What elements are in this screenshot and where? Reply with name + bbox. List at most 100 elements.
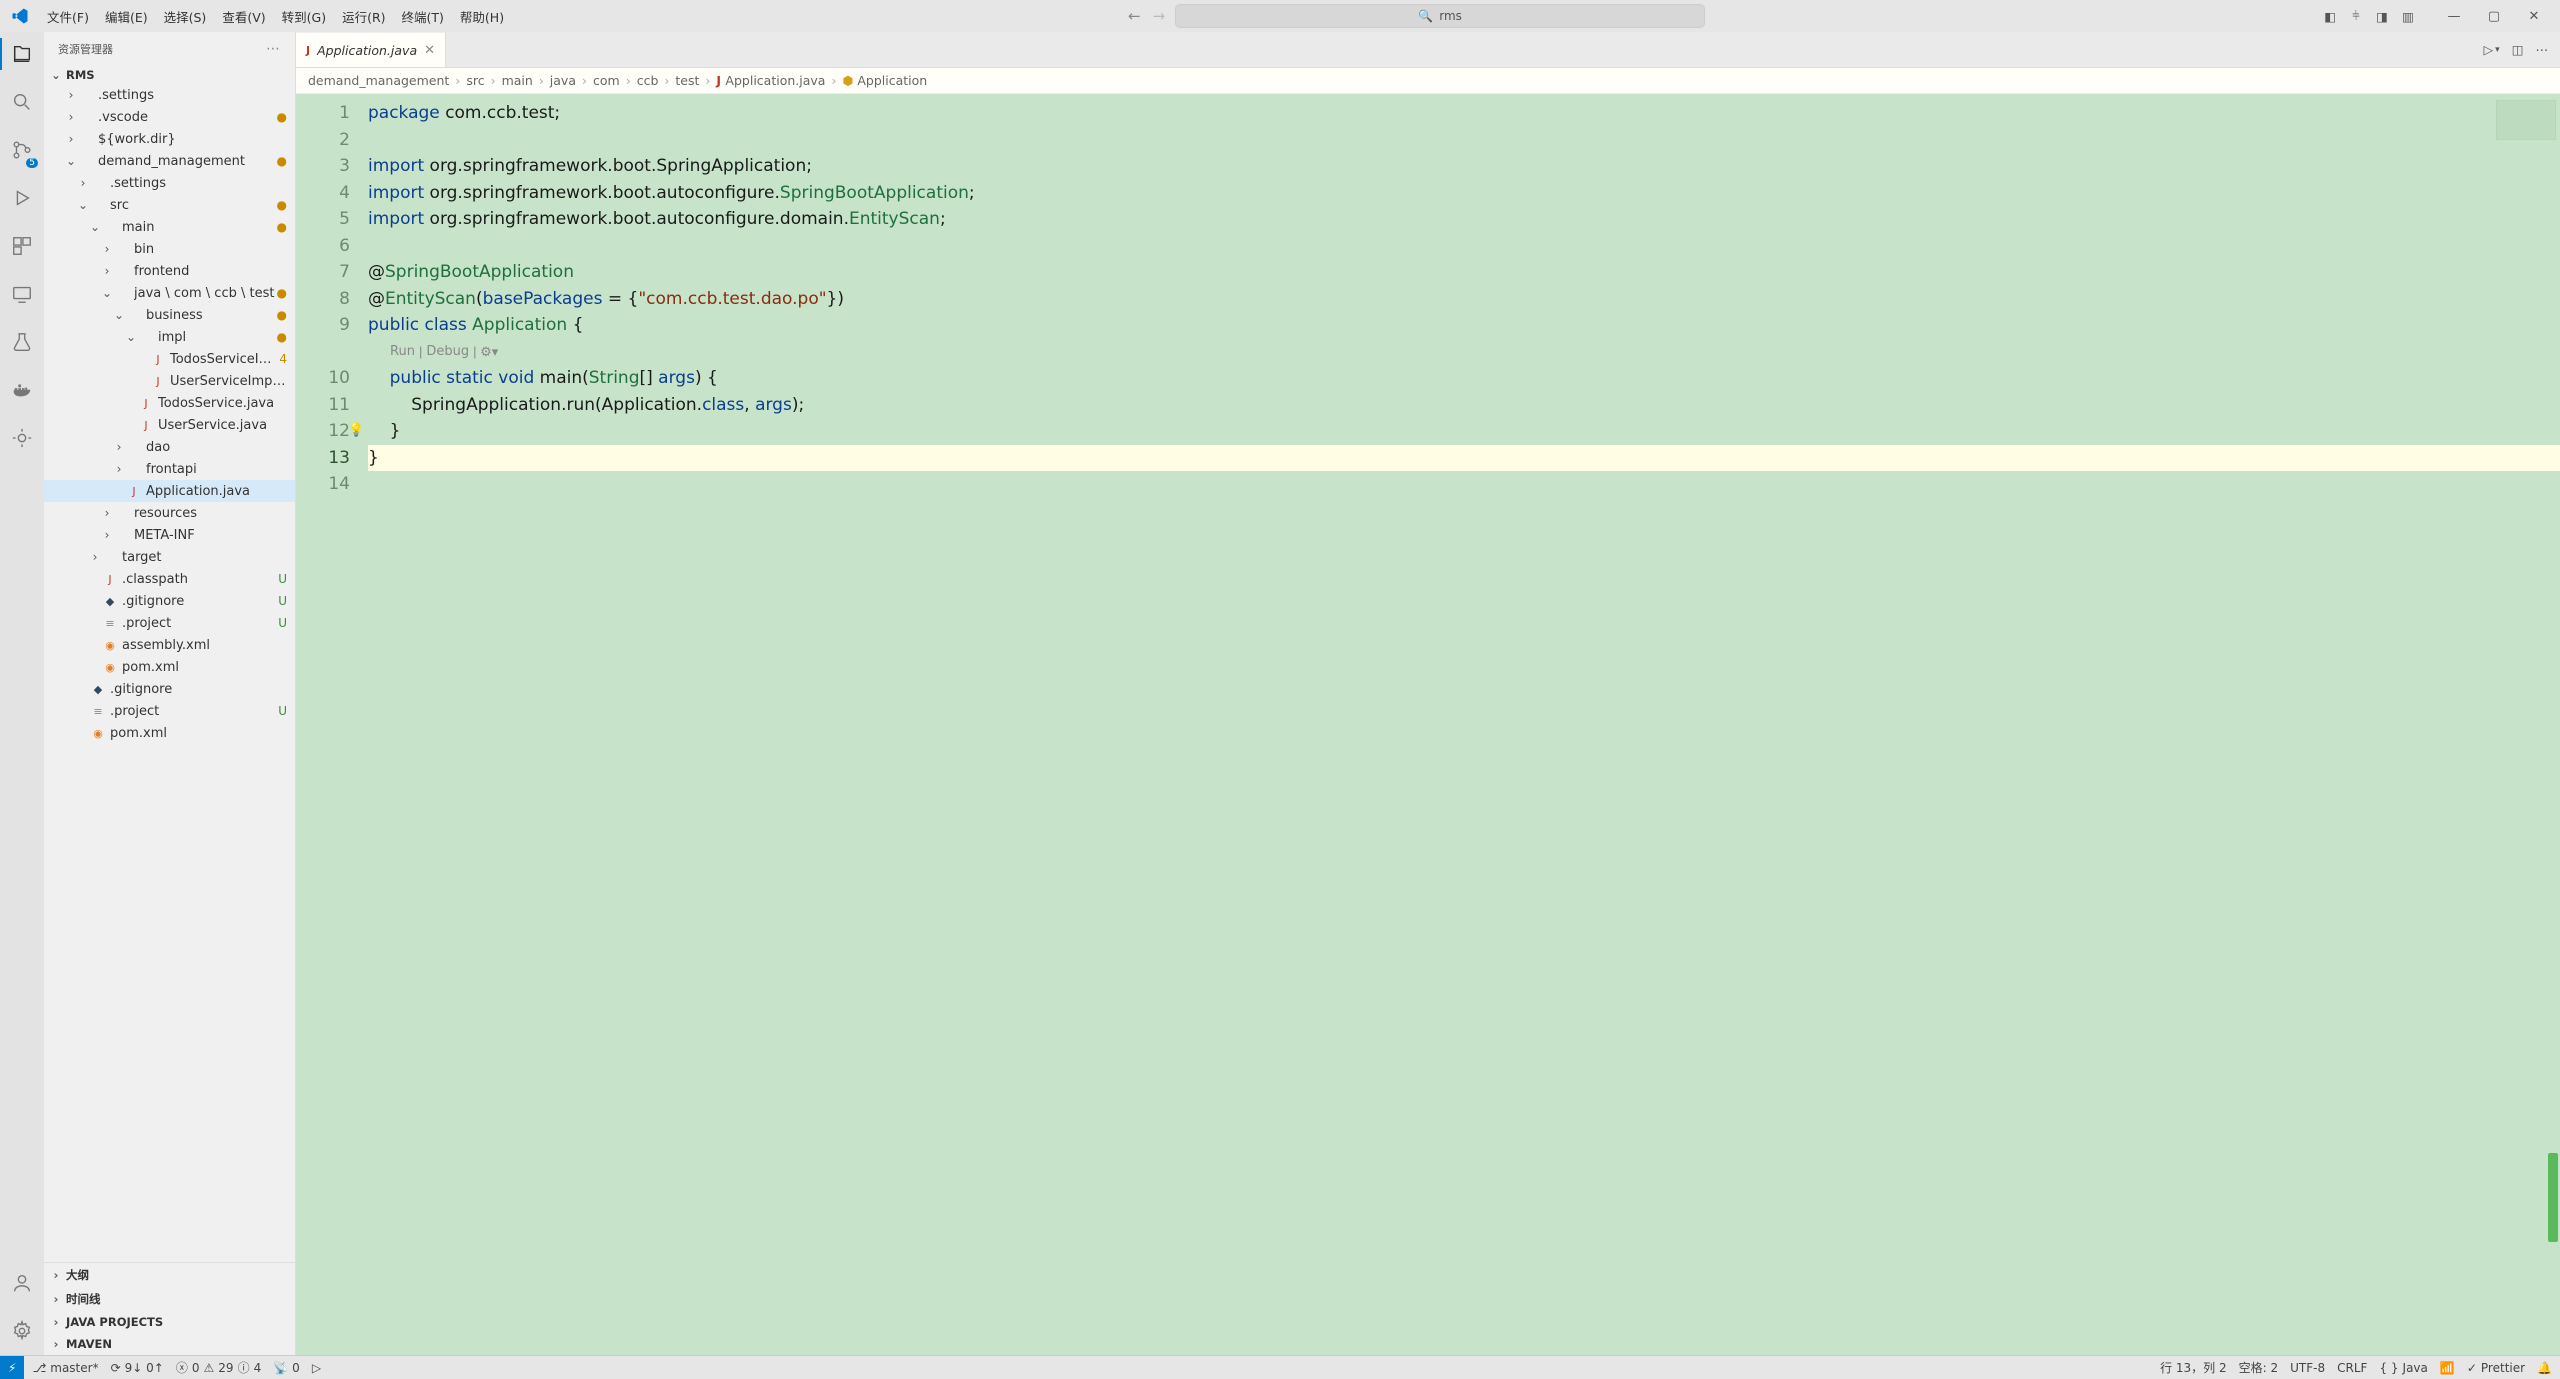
tree-item[interactable]: ⌄demand_management● (44, 150, 295, 172)
section-outline[interactable]: ›大纲 (44, 1263, 295, 1287)
tree-item[interactable]: JUserService.java (44, 414, 295, 436)
layout-sidebar-right-icon[interactable]: ◨ (2374, 8, 2390, 24)
section-maven[interactable]: ›MAVEN (44, 1333, 295, 1355)
window-maximize[interactable]: ▢ (2474, 1, 2514, 31)
activity-explorer-icon[interactable] (8, 40, 36, 68)
menu-file[interactable]: 文件(F) (40, 3, 96, 30)
remote-indicator[interactable]: ⚡ (0, 1356, 24, 1379)
status-cursor[interactable]: 行 13，列 2 (2160, 1359, 2227, 1376)
menu-goto[interactable]: 转到(G) (275, 3, 333, 30)
tree-item[interactable]: ›.settings (44, 84, 295, 106)
menu-select[interactable]: 选择(S) (157, 3, 214, 30)
tree-item[interactable]: ≡.projectU (44, 700, 295, 722)
activity-extensions-icon[interactable] (8, 232, 36, 260)
tree-item[interactable]: ◉pom.xml (44, 656, 295, 678)
menu-edit[interactable]: 编辑(E) (98, 3, 155, 30)
lightbulb-icon[interactable]: 💡 (348, 418, 364, 445)
tree-item[interactable]: ›${work.dir} (44, 128, 295, 150)
explorer-sidebar: 资源管理器 ⋯ ⌄RMS ›.settings›.vscode●›${work.… (44, 32, 296, 1355)
tree-item[interactable]: ⌄impl● (44, 326, 295, 348)
editor-more-icon[interactable]: ⋯ (2536, 42, 2549, 57)
tree-item[interactable]: JTodosServiceImpl.java4 (44, 348, 295, 370)
activity-search-icon[interactable] (8, 88, 36, 116)
activity-settings-icon[interactable] (8, 1317, 36, 1345)
code-editor[interactable]: 1234567891011121314 package com.ccb.test… (296, 94, 2560, 1355)
tree-item[interactable]: J.classpathU (44, 568, 295, 590)
status-prettier[interactable]: ✓ Prettier (2467, 1361, 2525, 1375)
window-close[interactable]: ✕ (2514, 1, 2554, 31)
status-spaces[interactable]: 空格: 2 (2239, 1359, 2279, 1376)
close-tab-icon[interactable]: ✕ (424, 43, 435, 58)
tree-item[interactable]: JUserServiceImpl.java (44, 370, 295, 392)
tree-item[interactable]: ›.settings (44, 172, 295, 194)
code-lens[interactable]: Run | Debug | ⚙▾ (368, 339, 2560, 366)
tree-item[interactable]: JApplication.java (44, 480, 295, 502)
menu-view[interactable]: 查看(V) (215, 3, 272, 30)
menu-terminal[interactable]: 终端(T) (395, 3, 451, 30)
breadcrumb[interactable]: demand_management›src›main›java›com›ccb›… (296, 68, 2560, 94)
layout-panel-icon[interactable]: ⫩ (2348, 8, 2364, 24)
breadcrumb-item[interactable]: src (466, 73, 484, 88)
status-encoding[interactable]: UTF-8 (2290, 1361, 2325, 1375)
tree-item[interactable]: ⌄java \ com \ ccb \ test● (44, 282, 295, 304)
activity-account-icon[interactable] (8, 1269, 36, 1297)
breadcrumb-item[interactable]: main (502, 73, 533, 88)
tree-item[interactable]: JTodosService.java (44, 392, 295, 414)
breadcrumb-item[interactable]: J Application.java (716, 73, 825, 88)
status-live[interactable]: 📶 (2440, 1361, 2455, 1375)
tree-item[interactable]: ›frontapi (44, 458, 295, 480)
status-lang[interactable]: { } Java (2379, 1361, 2427, 1375)
menu-run[interactable]: 运行(R) (335, 3, 392, 30)
breadcrumb-item[interactable]: com (593, 73, 620, 88)
breadcrumb-item[interactable]: test (675, 73, 699, 88)
tree-item[interactable]: ›resources (44, 502, 295, 524)
status-ports[interactable]: 📡 0 (273, 1361, 300, 1375)
status-eol[interactable]: CRLF (2337, 1361, 2367, 1375)
tree-item[interactable]: ›frontend (44, 260, 295, 282)
status-problems[interactable]: ⓧ 0 ⚠ 29 ⓘ 4 (176, 1359, 261, 1376)
status-debug[interactable]: ▷ (312, 1361, 321, 1375)
status-bell-icon[interactable]: 🔔 (2537, 1361, 2552, 1375)
tree-item[interactable]: ⌄src● (44, 194, 295, 216)
tree-item[interactable]: ›target (44, 546, 295, 568)
tree-item[interactable]: ≡.projectU (44, 612, 295, 634)
customize-layout-icon[interactable]: ▥ (2400, 8, 2416, 24)
vertical-scrollbar[interactable] (2546, 94, 2560, 1355)
activity-scm-icon[interactable]: 5 (8, 136, 36, 164)
nav-forward-icon[interactable]: → (1153, 7, 1166, 25)
tree-item[interactable]: ⌄main● (44, 216, 295, 238)
activity-gitlens-icon[interactable] (8, 424, 36, 452)
tree-item[interactable]: ›META-INF (44, 524, 295, 546)
section-java-projects[interactable]: ›JAVA PROJECTS (44, 1311, 295, 1333)
command-center[interactable]: 🔍 rms (1175, 4, 1705, 28)
editor-tab[interactable]: J Application.java ✕ (296, 32, 446, 67)
status-sync[interactable]: ⟳ 9↓ 0↑ (111, 1361, 164, 1375)
nav-back-icon[interactable]: ← (1128, 7, 1141, 25)
window-minimize[interactable]: — (2434, 1, 2474, 31)
menu-help[interactable]: 帮助(H) (453, 3, 511, 30)
tree-item[interactable]: ◆.gitignore (44, 678, 295, 700)
sidebar-root[interactable]: ⌄RMS (44, 66, 295, 84)
section-timeline[interactable]: ›时间线 (44, 1287, 295, 1311)
run-icon[interactable]: ▷ (2484, 42, 2494, 57)
breadcrumb-item[interactable]: demand_management (308, 73, 449, 88)
tree-item[interactable]: ›bin (44, 238, 295, 260)
breadcrumb-item[interactable]: java (550, 73, 576, 88)
activity-docker-icon[interactable] (8, 376, 36, 404)
code-content[interactable]: package com.ccb.test; import org.springf… (362, 94, 2560, 1355)
tree-item[interactable]: ◉assembly.xml (44, 634, 295, 656)
breadcrumb-item[interactable]: ⬢ Application (842, 73, 927, 88)
activity-testing-icon[interactable] (8, 328, 36, 356)
activity-remote-icon[interactable] (8, 280, 36, 308)
breadcrumb-item[interactable]: ccb (637, 73, 659, 88)
tree-item[interactable]: ›.vscode● (44, 106, 295, 128)
tree-item[interactable]: ›dao (44, 436, 295, 458)
activity-debug-icon[interactable] (8, 184, 36, 212)
tree-item[interactable]: ◆.gitignoreU (44, 590, 295, 612)
sidebar-more-icon[interactable]: ⋯ (266, 41, 281, 57)
tree-item[interactable]: ◉pom.xml (44, 722, 295, 744)
status-branch[interactable]: ⎇ master* (32, 1361, 98, 1375)
layout-sidebar-left-icon[interactable]: ◧ (2322, 8, 2338, 24)
tree-item[interactable]: ⌄business● (44, 304, 295, 326)
split-editor-icon[interactable]: ◫ (2512, 42, 2524, 57)
